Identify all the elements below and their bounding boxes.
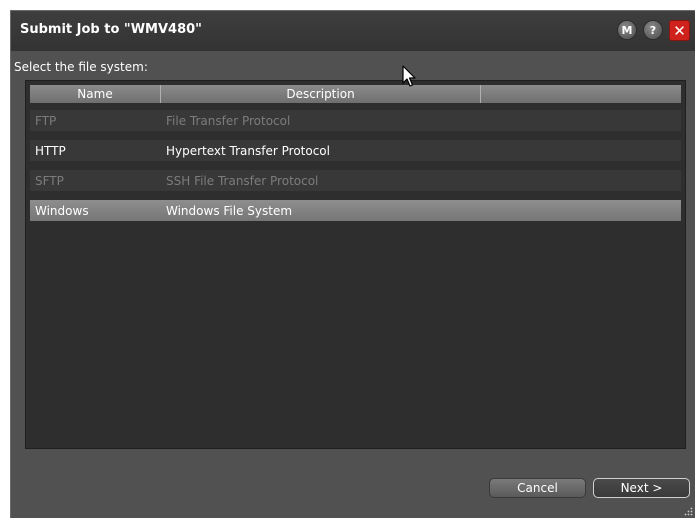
row-name: HTTP	[35, 143, 66, 158]
column-header-description[interactable]: Description	[161, 85, 481, 103]
file-system-prompt: Select the file system:	[14, 60, 148, 74]
row-description: Hypertext Transfer Protocol	[166, 143, 330, 158]
submit-job-dialog: Submit Job to "WMV480" M ? ✕ Select the …	[10, 10, 695, 518]
arrow-cursor-icon	[402, 65, 416, 87]
row-description: Windows File System	[166, 203, 293, 218]
list-row-ftp: FTP File Transfer Protocol	[30, 110, 681, 131]
column-header-name[interactable]: Name	[30, 85, 161, 103]
title-buttons: M ? ✕	[617, 20, 690, 41]
help-button[interactable]: ?	[643, 20, 663, 40]
list-row-windows[interactable]: Windows Windows File System	[30, 200, 681, 221]
row-description: SSH File Transfer Protocol	[166, 173, 319, 188]
row-name: FTP	[35, 113, 57, 128]
row-description: File Transfer Protocol	[166, 113, 291, 128]
title-bar[interactable]: Submit Job to "WMV480" M ? ✕	[11, 11, 695, 51]
list-row-sftp: SFTP SSH File Transfer Protocol	[30, 170, 681, 191]
resize-grip-icon[interactable]	[683, 506, 693, 516]
list-header: Name Description	[30, 85, 681, 103]
file-system-list[interactable]: Name Description FTP File Transfer Proto…	[25, 80, 686, 449]
next-button[interactable]: Next >	[593, 478, 690, 498]
column-header-extra[interactable]	[481, 85, 681, 103]
dialog-title: Submit Job to "WMV480"	[20, 22, 202, 37]
list-rows: FTP File Transfer Protocol HTTP Hypertex…	[30, 110, 681, 230]
row-name: Windows	[35, 203, 89, 218]
row-name: SFTP	[35, 173, 64, 188]
manual-button[interactable]: M	[617, 20, 637, 40]
close-button[interactable]: ✕	[669, 20, 690, 41]
cancel-button[interactable]: Cancel	[489, 478, 586, 498]
list-row-http[interactable]: HTTP Hypertext Transfer Protocol	[30, 140, 681, 161]
